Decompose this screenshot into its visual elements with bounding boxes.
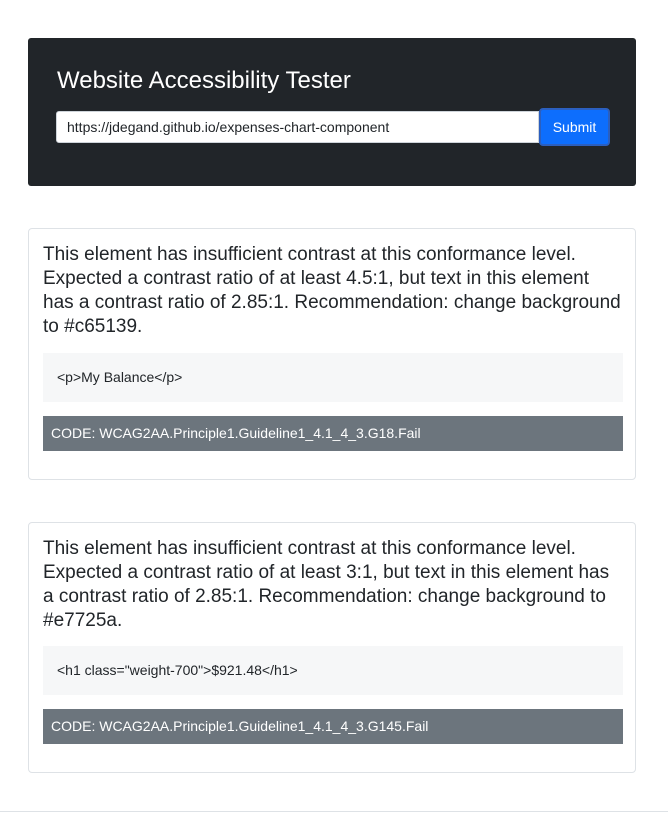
result-message: This element has insufficient contrast a… <box>43 244 621 337</box>
result-code-badge: CODE: WCAG2AA.Principle1.Guideline1_4.1_… <box>43 416 623 451</box>
page-title: Website Accessibility Tester <box>57 67 351 94</box>
result-code-badge: CODE: WCAG2AA.Principle1.Guideline1_4.1_… <box>43 709 623 744</box>
result-card: This element has insufficient contrast a… <box>28 228 636 480</box>
result-card: This element has insufficient contrast a… <box>28 522 636 773</box>
url-input[interactable] <box>56 111 539 143</box>
footer-divider <box>0 811 668 812</box>
result-message: This element has insufficient contrast a… <box>43 538 610 631</box>
tester-header: Website Accessibility Tester Submit <box>28 38 636 186</box>
submit-button[interactable]: Submit <box>539 108 610 146</box>
result-code-snippet: <p>My Balance</p> <box>43 353 623 402</box>
result-code-snippet: <h1 class="weight-700">$921.48</h1> <box>43 646 623 695</box>
